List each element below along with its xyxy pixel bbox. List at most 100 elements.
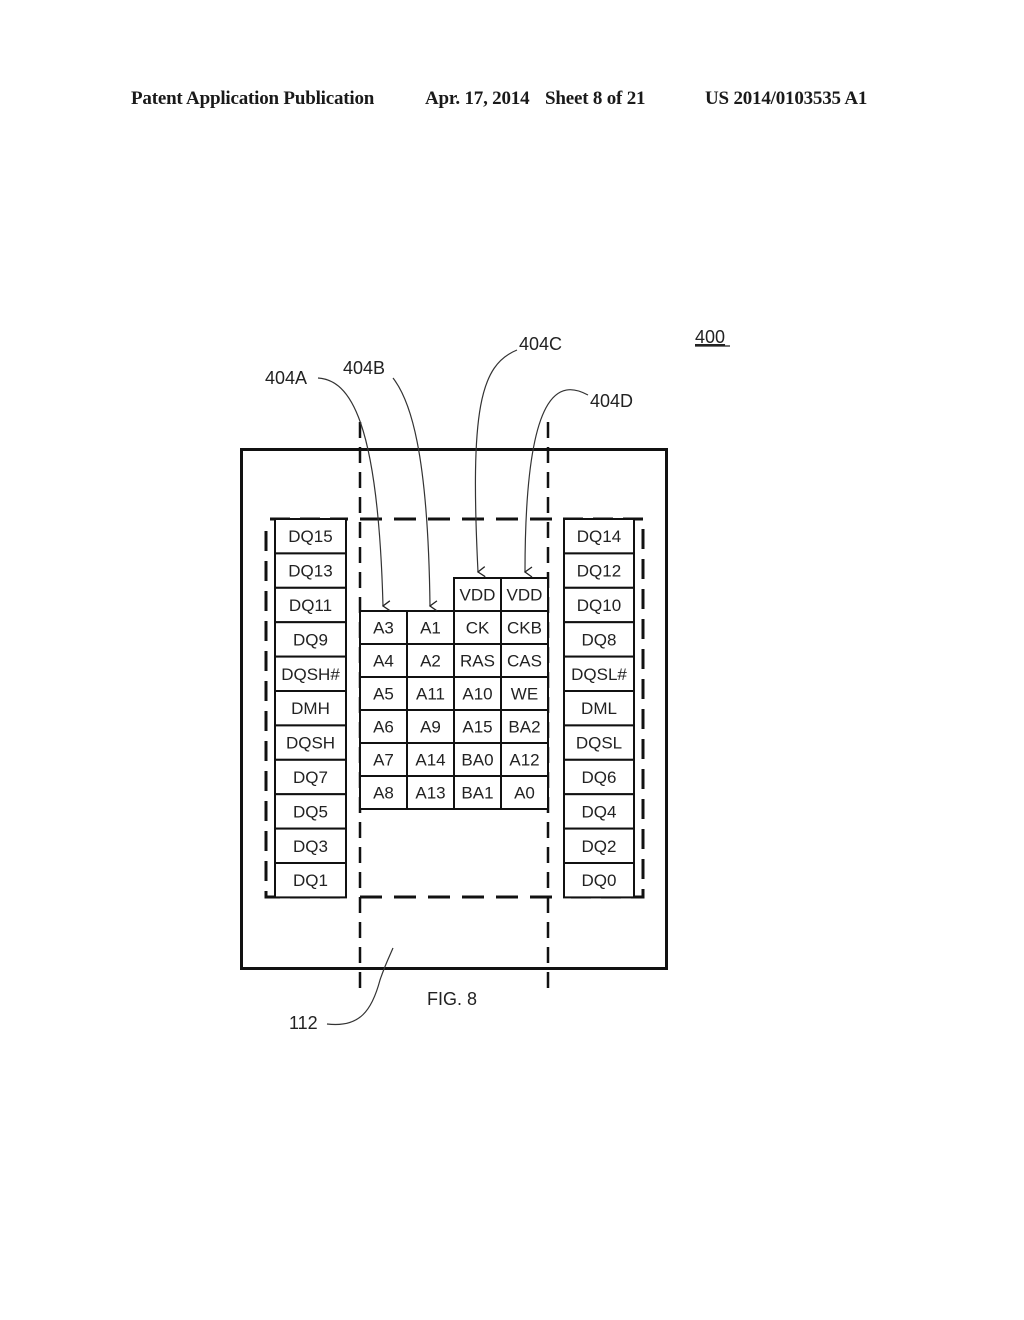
left-pin-cell: DQ7	[274, 758, 347, 796]
pin-label: RAS	[460, 652, 495, 671]
pin-label: DQ8	[582, 630, 617, 649]
pin-label: A9	[420, 718, 441, 737]
pin-label: BA1	[461, 784, 493, 803]
pin-label: WE	[511, 685, 538, 704]
center-pin-cell: A13	[406, 775, 455, 810]
center-pin-cell: A1	[406, 610, 455, 645]
callout-leader-404B	[392, 377, 438, 612]
right-pin-cell: DQSL	[563, 724, 635, 761]
callout-leader-404C	[474, 349, 518, 578]
center-pin-cell: A12	[500, 742, 549, 777]
center-pin-cell: CKB	[500, 610, 549, 645]
right-pin-cell: DQ2	[563, 827, 635, 864]
pin-label: CAS	[507, 652, 542, 671]
figure-caption: FIG. 8	[427, 989, 477, 1009]
pin-label: A0	[514, 784, 535, 803]
center-top-pin-cell: VDD	[500, 577, 549, 612]
pin-label: A2	[420, 652, 441, 671]
center-pin-cell: BA0	[453, 742, 502, 777]
left-pin-cell: DQSH#	[274, 655, 347, 692]
left-pin-cell: DQ11	[274, 586, 347, 624]
right-pin-cell: DML	[563, 690, 635, 727]
right-pin-cell: DQ10	[563, 586, 635, 624]
pin-label: DQ3	[293, 837, 328, 856]
pin-label: DQ0	[582, 871, 617, 890]
right-pin-cell: DQ6	[563, 758, 635, 796]
center-pin-cell: CAS	[500, 643, 549, 678]
center-pin-cell: BA2	[500, 709, 549, 744]
right-pin-cell: DQ0	[563, 862, 635, 899]
pin-label: DQ13	[288, 562, 332, 581]
right-pin-cell: DQ12	[563, 552, 635, 589]
pin-label: A15	[462, 718, 492, 737]
pin-label: VDD	[507, 586, 543, 605]
pin-label: DQ5	[293, 802, 328, 821]
center-pin-grid: VDD VDD A3 A1 CK CKB A4 A2 RAS CAS A5 A11 A10 WE A6 A9 A…	[359, 577, 549, 810]
center-pin-cell: A0	[500, 775, 549, 810]
pin-label: DQ12	[577, 562, 621, 581]
pin-label: DQSH#	[281, 665, 340, 684]
center-pin-cell: A10	[453, 676, 502, 711]
pin-label: DQ15	[288, 527, 332, 546]
right-pin-cell: DQ4	[563, 793, 635, 830]
pin-label: DQSL#	[571, 665, 627, 684]
pin-label: A14	[415, 751, 445, 770]
pin-label: A3	[373, 619, 394, 638]
right-pin-cell: DQSL#	[563, 655, 635, 692]
pin-label: DQ1	[293, 871, 328, 890]
center-pin-cell: WE	[500, 676, 549, 711]
left-pin-cell: DMH	[274, 690, 347, 727]
center-pin-cell: A2	[406, 643, 455, 678]
center-pin-cell: A5	[359, 676, 408, 711]
center-pin-cell: CK	[453, 610, 502, 645]
pin-label: CK	[466, 619, 490, 638]
callout-label-404B: 404B	[343, 358, 385, 378]
right-pin-column: DQ14 DQ12 DQ10 DQ8 DQSL# DML DQSL DQ6 DQ4 DQ2 DQ0	[563, 518, 635, 899]
center-pin-cell: A4	[359, 643, 408, 678]
center-pin-cell: A11	[406, 676, 455, 711]
callout-label-404D: 404D	[590, 391, 633, 411]
left-pin-cell: DQ13	[274, 552, 347, 589]
pin-label: VDD	[460, 586, 496, 605]
pin-label: DQ7	[293, 768, 328, 787]
left-pin-cell: DQSH	[274, 724, 347, 761]
reference-number-112: 112	[289, 1013, 318, 1033]
center-pin-cell: A9	[406, 709, 455, 744]
pin-label: A6	[373, 718, 394, 737]
callout-label-404C: 404C	[519, 334, 562, 354]
pin-label: A1	[420, 619, 441, 638]
center-pin-cell: BA1	[453, 775, 502, 810]
center-pin-cell: A6	[359, 709, 408, 744]
pin-label: A11	[416, 685, 445, 704]
pin-label: DQ9	[293, 630, 328, 649]
pin-label: DQ11	[289, 596, 332, 615]
pin-label: DQSL	[576, 734, 622, 753]
center-pin-cell: A3	[359, 610, 408, 645]
center-pin-cell: A8	[359, 775, 408, 810]
pin-label: A12	[509, 751, 539, 770]
pin-label: DQ10	[577, 596, 621, 615]
center-pin-cell: A15	[453, 709, 502, 744]
left-pin-cell: DQ1	[274, 862, 347, 899]
pin-label: BA0	[461, 751, 493, 770]
center-pin-cell: A14	[406, 742, 455, 777]
pin-label: A10	[462, 685, 492, 704]
pin-label: DQ14	[577, 527, 621, 546]
left-pin-column: DQ15 DQ13 DQ11 DQ9 DQSH# DMH DQSH DQ7 DQ5 DQ3 DQ1	[274, 518, 347, 899]
center-pin-cell: A7	[359, 742, 408, 777]
center-top-pin-cell: VDD	[453, 577, 502, 612]
center-pin-cell: RAS	[453, 643, 502, 678]
pin-label: CKB	[507, 619, 542, 638]
right-pin-cell: DQ14	[563, 518, 635, 555]
pin-label: DQ4	[582, 802, 617, 821]
left-pin-cell: DQ5	[274, 793, 347, 830]
pin-label: A5	[373, 685, 394, 704]
left-pin-cell: DQ15	[274, 518, 347, 555]
pin-label: DMH	[291, 699, 330, 718]
pin-label: DQSH	[286, 734, 335, 753]
left-pin-cell: DQ3	[274, 827, 347, 864]
pin-label: A7	[373, 751, 394, 770]
pin-label: BA2	[508, 718, 540, 737]
pin-label: DQ2	[582, 837, 617, 856]
left-pin-cell: DQ9	[274, 621, 347, 658]
